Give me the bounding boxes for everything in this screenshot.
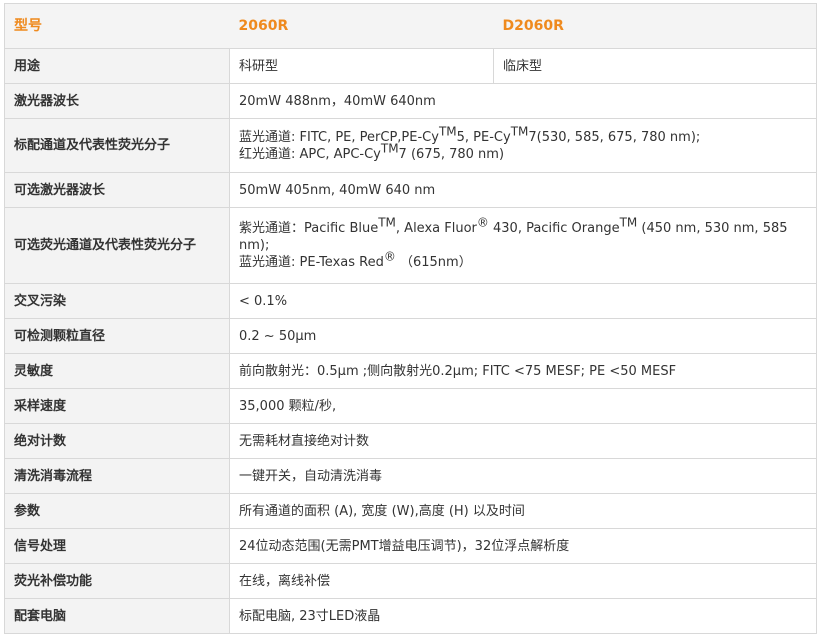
row-value: 20mW 488nm，40mW 640nm [229,83,817,119]
optional-channels-value: 紫光通道：Pacific BlueTM, Alexa Fluor® 430, P… [229,207,817,284]
row-value: 0.2 ~ 50μm [229,318,817,354]
row-label: 参数 [4,493,230,529]
row-label: 配套电脑 [4,598,230,634]
table-row: 激光器波长 20mW 488nm，40mW 640nm [4,83,817,119]
table-row: 可选荧光通道及代表性荧光分子 紫光通道：Pacific BlueTM, Alex… [4,207,817,284]
red-channel-line: 红光通道: APC, APC-CyTM7 (675, 780 nm) [239,141,505,162]
row-label: 绝对计数 [4,423,230,459]
row-label: 荧光补偿功能 [4,563,230,599]
row-label: 清洗消毒流程 [4,458,230,494]
row-value: 24位动态范围(无需PMT增益电压调节)，32位浮点解析度 [229,528,817,564]
row-value: < 0.1% [229,283,817,319]
usage-research: 科研型 [229,48,494,84]
table-row: 绝对计数 无需耗材直接绝对计数 [4,423,817,459]
table-row: 灵敏度 前向散射光：0.5μm ;侧向散射光0.2μm; FITC <75 ME… [4,353,817,389]
table-row: 用途 科研型 临床型 [4,48,817,84]
row-value: 在线，离线补偿 [229,563,817,599]
table-row: 可检测颗粒直径 0.2 ~ 50μm [4,318,817,354]
row-label: 交叉污染 [4,283,230,319]
row-label: 采样速度 [4,388,230,424]
header-row: 型号 2060R D2060R [4,3,817,49]
row-label: 可选激光器波长 [4,172,230,208]
table-row: 标配通道及代表性荧光分子 蓝光通道: FITC, PE, PerCP,PE-Cy… [4,118,817,173]
table-row: 可选激光器波长 50mW 405nm, 40mW 640 nm [4,172,817,208]
table-row: 清洗消毒流程 一键开关，自动清洗消毒 [4,458,817,494]
row-value: 50mW 405nm, 40mW 640 nm [229,172,817,208]
row-label: 可检测颗粒直径 [4,318,230,354]
blue-channel-line: 蓝光通道: FITC, PE, PerCP,PE-CyTM5, PE-CyTM7… [239,124,701,145]
row-label: 激光器波长 [4,83,230,119]
table-row: 参数 所有通道的面积 (A), 宽度 (W),高度 (H) 以及时间 [4,493,817,529]
row-label: 灵敏度 [4,353,230,389]
table-row: 采样速度 35,000 颗粒/秒, [4,388,817,424]
model-2060r: 2060R [229,3,494,49]
row-label: 标配通道及代表性荧光分子 [4,118,230,173]
row-label: 用途 [4,48,230,84]
violet-channel-line: 紫光通道：Pacific BlueTM, Alexa Fluor® 430, P… [239,215,788,253]
table-row: 交叉污染 < 0.1% [4,283,817,319]
row-value: 标配电脑, 23寸LED液晶 [229,598,817,634]
table-row: 荧光补偿功能 在线，离线补偿 [4,563,817,599]
table-row: 配套电脑 标配电脑, 23寸LED液晶 [4,598,817,634]
model-label: 型号 [4,3,230,49]
usage-clinical: 临床型 [493,48,817,84]
blue-channel-line: 蓝光通道: PE-Texas Red® （615nm） [239,249,472,270]
table-row: 信号处理 24位动态范围(无需PMT增益电压调节)，32位浮点解析度 [4,528,817,564]
row-value: 35,000 颗粒/秒, [229,388,817,424]
row-value: 所有通道的面积 (A), 宽度 (W),高度 (H) 以及时间 [229,493,817,529]
row-label: 可选荧光通道及代表性荧光分子 [4,207,230,284]
model-d2060r: D2060R [493,3,817,49]
spec-table: 型号 2060R D2060R 用途 科研型 临床型 激光器波长 20mW 48… [4,3,817,634]
row-label: 信号处理 [4,528,230,564]
standard-channels-value: 蓝光通道: FITC, PE, PerCP,PE-CyTM5, PE-CyTM7… [229,118,817,173]
row-value: 一键开关，自动清洗消毒 [229,458,817,494]
row-value: 无需耗材直接绝对计数 [229,423,817,459]
row-value: 前向散射光：0.5μm ;侧向散射光0.2μm; FITC <75 MESF; … [229,353,817,389]
